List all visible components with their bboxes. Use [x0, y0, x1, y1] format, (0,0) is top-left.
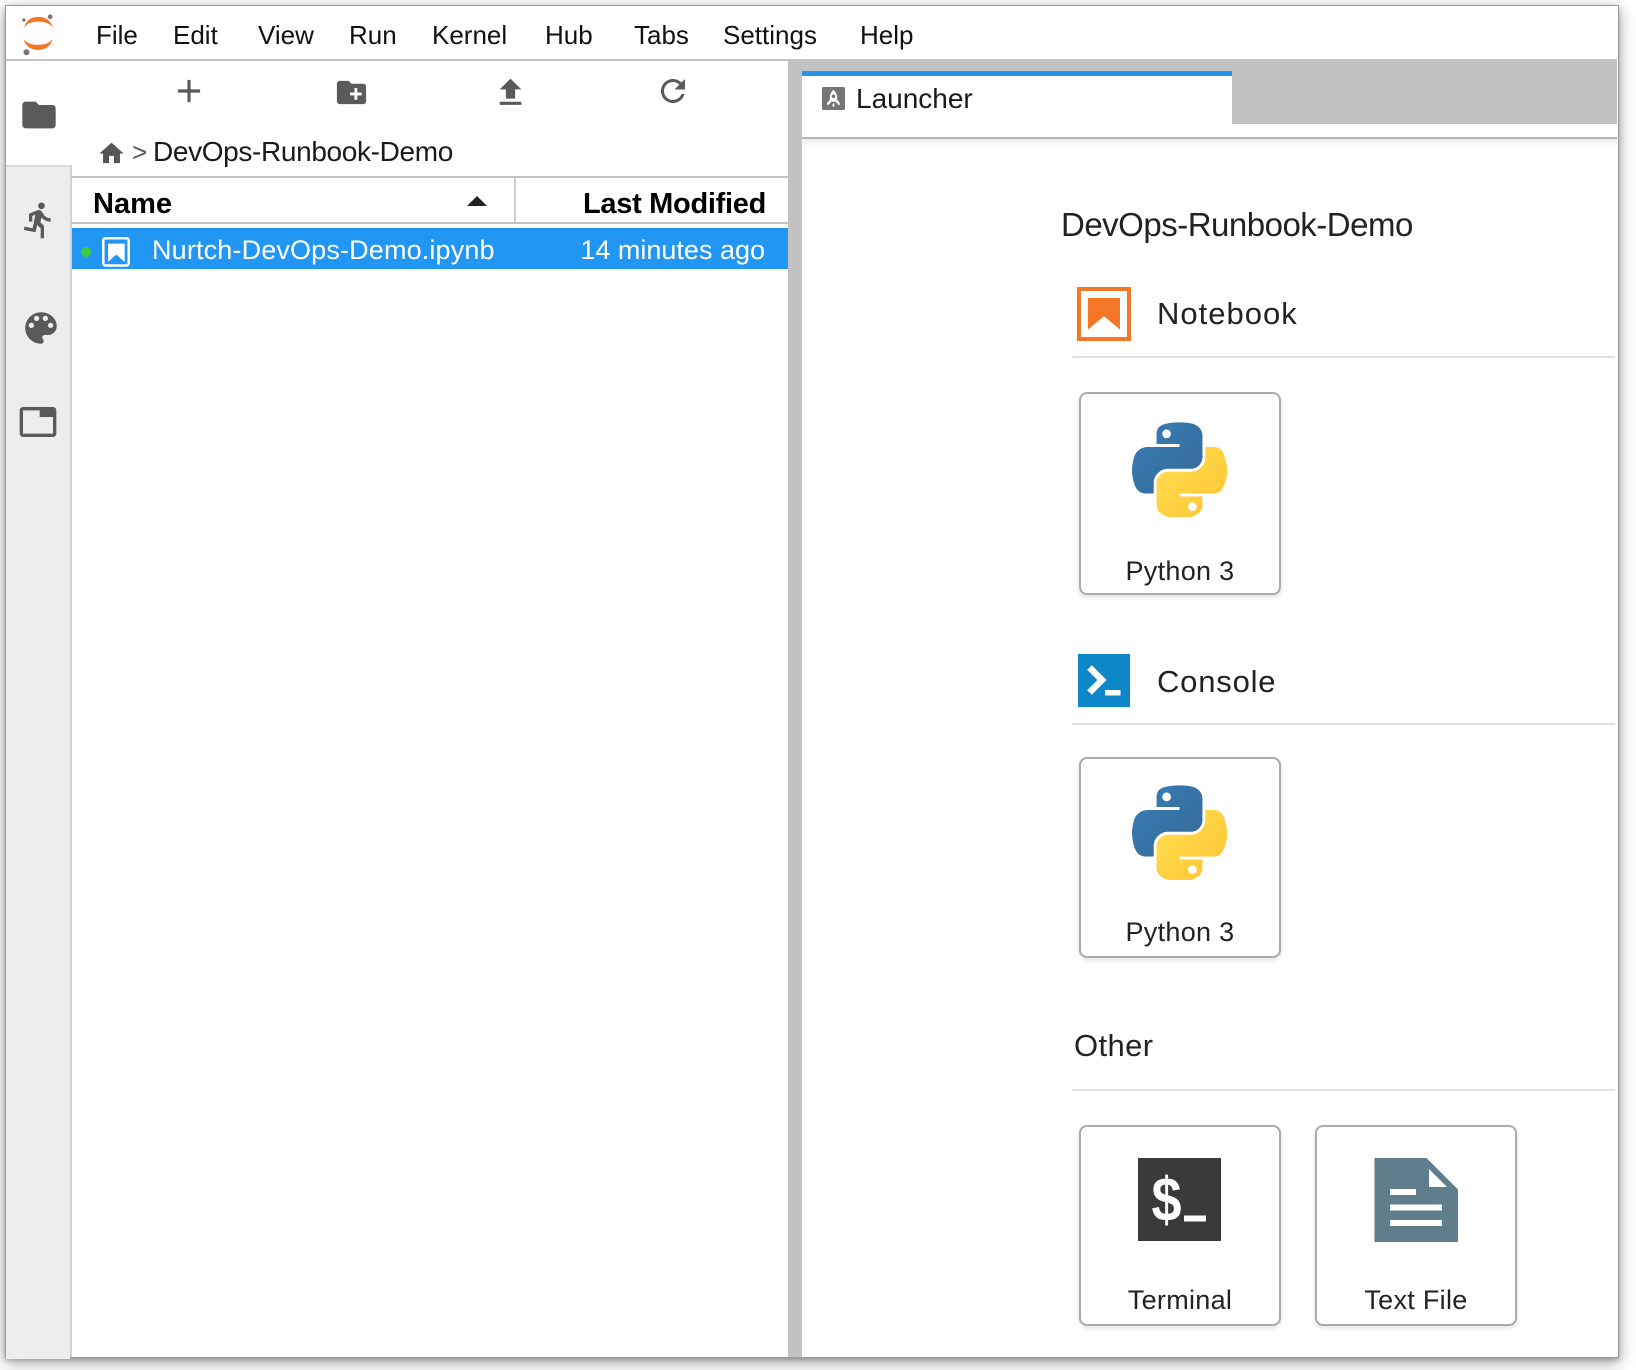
svg-text:$: $ — [1152, 1166, 1182, 1235]
